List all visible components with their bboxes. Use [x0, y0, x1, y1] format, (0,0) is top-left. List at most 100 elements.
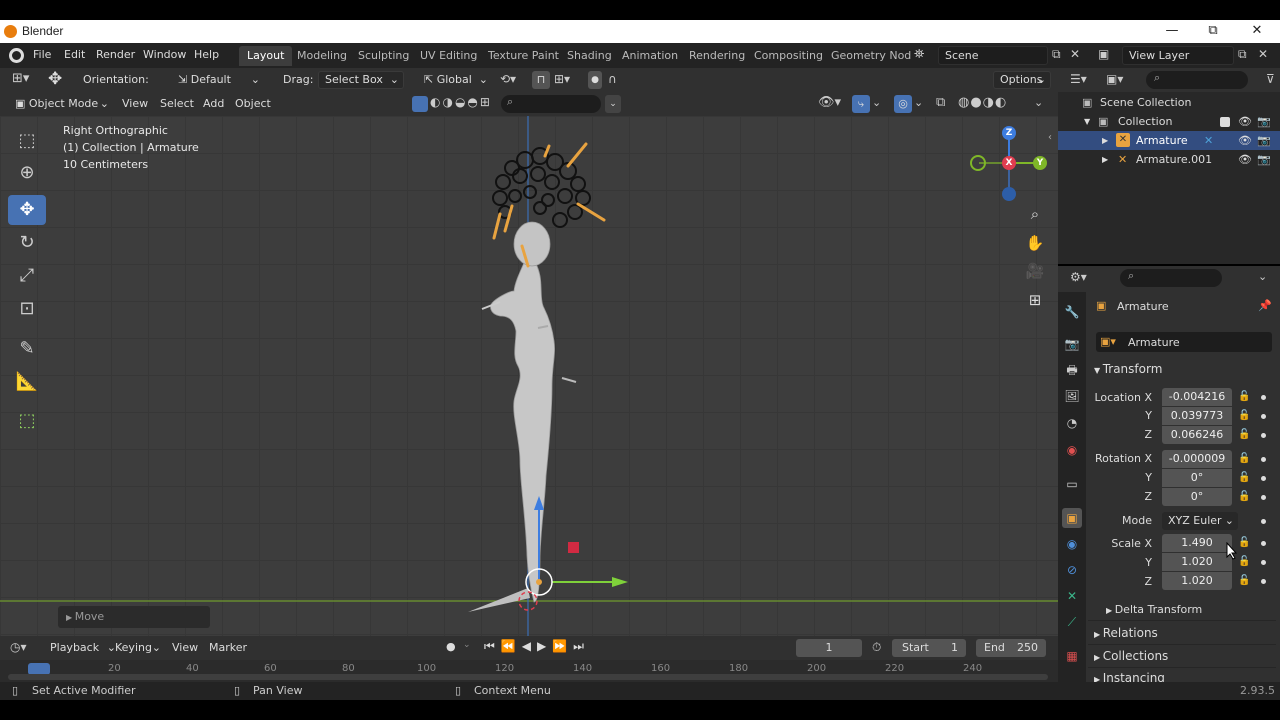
falloff-icon[interactable]: ∩ — [608, 72, 617, 86]
overlays-toggle-icon[interactable]: ◎ — [894, 95, 912, 113]
keyframe-dot-icon[interactable] — [1261, 414, 1266, 419]
outliner-editor-icon[interactable]: ☰▾ — [1070, 72, 1087, 86]
rotation-mode-dropdown[interactable]: XYZ Euler ⌄ — [1162, 512, 1238, 530]
search-options-icon[interactable]: ⌄ — [605, 95, 621, 113]
camera-view-icon[interactable]: 🎥 — [1024, 260, 1046, 282]
xray-icon[interactable]: ⧉ — [936, 95, 945, 110]
tab-animation[interactable]: Animation — [614, 46, 686, 66]
annotate-tool-icon[interactable]: ✎ — [8, 334, 46, 364]
delete-scene-icon[interactable]: ✕ — [1070, 47, 1080, 61]
camera-icon[interactable]: 📷 — [1257, 112, 1271, 131]
menu-help[interactable]: Help — [194, 48, 219, 61]
options-dropdown[interactable]: Options ⌄ — [993, 71, 1051, 89]
lock-icon[interactable]: 🔓 — [1238, 391, 1250, 403]
menu-select[interactable]: Select — [160, 97, 194, 110]
chevron-down-icon[interactable]: ⌄ — [914, 96, 923, 109]
collections-panel-header[interactable]: ▶ Collections — [1094, 649, 1168, 663]
menu-object[interactable]: Object — [235, 97, 271, 110]
rotation-x-field[interactable]: -0.000009 — [1162, 450, 1232, 468]
maximize-button[interactable]: ⧉ — [1203, 22, 1223, 40]
output-tab-icon[interactable]: 🖶 — [1062, 360, 1082, 380]
current-frame-field[interactable]: 1 — [796, 639, 862, 657]
menu-edit[interactable]: Edit — [64, 48, 85, 61]
menu-view[interactable]: View — [122, 97, 148, 110]
bone-tab-icon[interactable]: ⟋ — [1062, 612, 1082, 632]
record-icon[interactable]: ● — [446, 640, 456, 653]
menu-file[interactable]: File — [33, 48, 51, 61]
object-tab-icon[interactable]: ▣ — [1062, 508, 1082, 528]
orientation-dropdown[interactable]: ⇲ Default ⌄ — [172, 71, 264, 89]
timeline-menu-marker[interactable]: Marker — [209, 641, 247, 654]
lock-icon[interactable]: 🔓 — [1238, 537, 1250, 549]
rotation-z-field[interactable]: 0° — [1162, 488, 1232, 506]
outliner-row-scene-collection[interactable]: ▣ Scene Collection — [1058, 93, 1280, 112]
minimize-button[interactable]: — — [1162, 22, 1182, 40]
keying-dropdown[interactable]: Keying ⌄ — [109, 639, 163, 657]
tab-shading[interactable]: Shading — [559, 46, 620, 66]
filter-icon[interactable]: ⊽ — [1266, 72, 1275, 86]
keyframe-dot-icon[interactable] — [1261, 541, 1266, 546]
scale-x-field[interactable]: 1.490 — [1162, 534, 1232, 552]
measure-tool-icon[interactable]: 📐 — [8, 367, 46, 397]
delete-view-layer-icon[interactable]: ✕ — [1258, 47, 1268, 61]
snap-icon[interactable]: ⊓ — [532, 71, 550, 89]
lock-icon[interactable]: 🔓 — [1238, 410, 1250, 422]
eye-icon[interactable]: 👁 — [1238, 131, 1252, 150]
scene-tab-icon[interactable]: ◔ — [1062, 413, 1082, 433]
start-frame-field[interactable]: Start 1 — [892, 639, 966, 657]
keyframe-dot-icon[interactable] — [1261, 457, 1266, 462]
keyframe-dot-icon[interactable] — [1261, 519, 1266, 524]
close-button[interactable]: ✕ — [1247, 22, 1267, 40]
collection-tab-icon[interactable]: ▭ — [1062, 474, 1082, 494]
location-z-field[interactable]: 0.066246 — [1162, 426, 1232, 444]
outliner-search-input[interactable]: ⌕ — [1146, 71, 1248, 89]
shading-mode-icons[interactable]: ◍●◑◐ — [958, 95, 1007, 110]
location-y-field[interactable]: 0.039773 — [1162, 407, 1232, 425]
select-mode-new-icon[interactable] — [412, 96, 428, 112]
zoom-icon[interactable]: ⌕ — [1024, 203, 1046, 225]
outliner-row-armature-001[interactable]: ▶ ✕ Armature.001 👁 📷 — [1058, 150, 1280, 169]
lock-icon[interactable]: 🔓 — [1238, 491, 1250, 503]
keyframe-dot-icon[interactable] — [1261, 579, 1266, 584]
rotation-y-field[interactable]: 0° — [1162, 469, 1232, 487]
display-mode-icon[interactable]: ▣▾ — [1106, 72, 1123, 86]
tab-rendering[interactable]: Rendering — [681, 46, 753, 66]
timeline-scrollbar[interactable] — [8, 674, 1048, 680]
tab-geometry-nodes[interactable]: Geometry Nod — [823, 46, 919, 66]
properties-search-input[interactable]: ⌕ — [1120, 269, 1222, 287]
blender-menu-icon[interactable] — [9, 48, 24, 63]
timeline-ruler[interactable]: 20 40 60 80 100 120 140 160 180 200 220 … — [0, 660, 1058, 682]
tab-compositing[interactable]: Compositing — [746, 46, 831, 66]
cursor-tool-icon[interactable]: ⊕ — [8, 158, 46, 188]
lock-icon[interactable]: 🔓 — [1238, 556, 1250, 568]
chevron-down-icon[interactable]: ⌄ — [872, 96, 881, 109]
menu-render[interactable]: Render — [96, 48, 135, 61]
visibility-icon[interactable]: 👁▾ — [818, 95, 841, 110]
location-x-field[interactable]: -0.004216 — [1162, 388, 1232, 406]
gizmo-toggle-icon[interactable]: ⤷ — [852, 95, 870, 113]
transform-panel-header[interactable]: ▼ Transform — [1094, 362, 1162, 376]
menu-window[interactable]: Window — [143, 48, 186, 61]
last-operator-panel[interactable]: ▶ Move — [58, 606, 210, 628]
properties-editor-icon[interactable]: ⚙▾ — [1070, 270, 1087, 284]
tab-layout[interactable]: Layout — [239, 46, 293, 66]
armature-data-tab-icon[interactable]: ✕ — [1062, 586, 1082, 606]
viewport-search-input[interactable]: ⌕ — [501, 95, 601, 113]
mode-dropdown[interactable]: ▣ Object Mode ⌄ — [9, 95, 112, 113]
lock-icon[interactable]: 🔓 — [1238, 453, 1250, 465]
camera-icon[interactable]: 📷 — [1257, 131, 1271, 150]
transform-orientation-dropdown[interactable]: ⇱ Global ⌄ — [418, 71, 492, 89]
new-view-layer-icon[interactable]: ⧉ — [1238, 47, 1247, 62]
datablock-selector[interactable]: ▣▾ Armature — [1096, 332, 1272, 352]
new-scene-icon[interactable]: ⧉ — [1052, 47, 1061, 62]
delta-transform-panel-header[interactable]: ▶ Delta Transform — [1106, 603, 1202, 616]
scale-y-field[interactable]: 1.020 — [1162, 553, 1232, 571]
view-layer-selector[interactable]: View Layer — [1122, 46, 1234, 65]
select-mode-icons[interactable]: ◐◑◒◓⊞ — [430, 95, 492, 109]
menu-add[interactable]: Add — [203, 97, 224, 110]
keyframe-dot-icon[interactable] — [1261, 395, 1266, 400]
timeline-menu-view[interactable]: View — [172, 641, 198, 654]
scene-selector[interactable]: Scene — [938, 46, 1048, 65]
texture-tab-icon[interactable]: ▦ — [1062, 646, 1082, 666]
timeline-editor-icon[interactable]: ◷▾ — [10, 640, 27, 654]
